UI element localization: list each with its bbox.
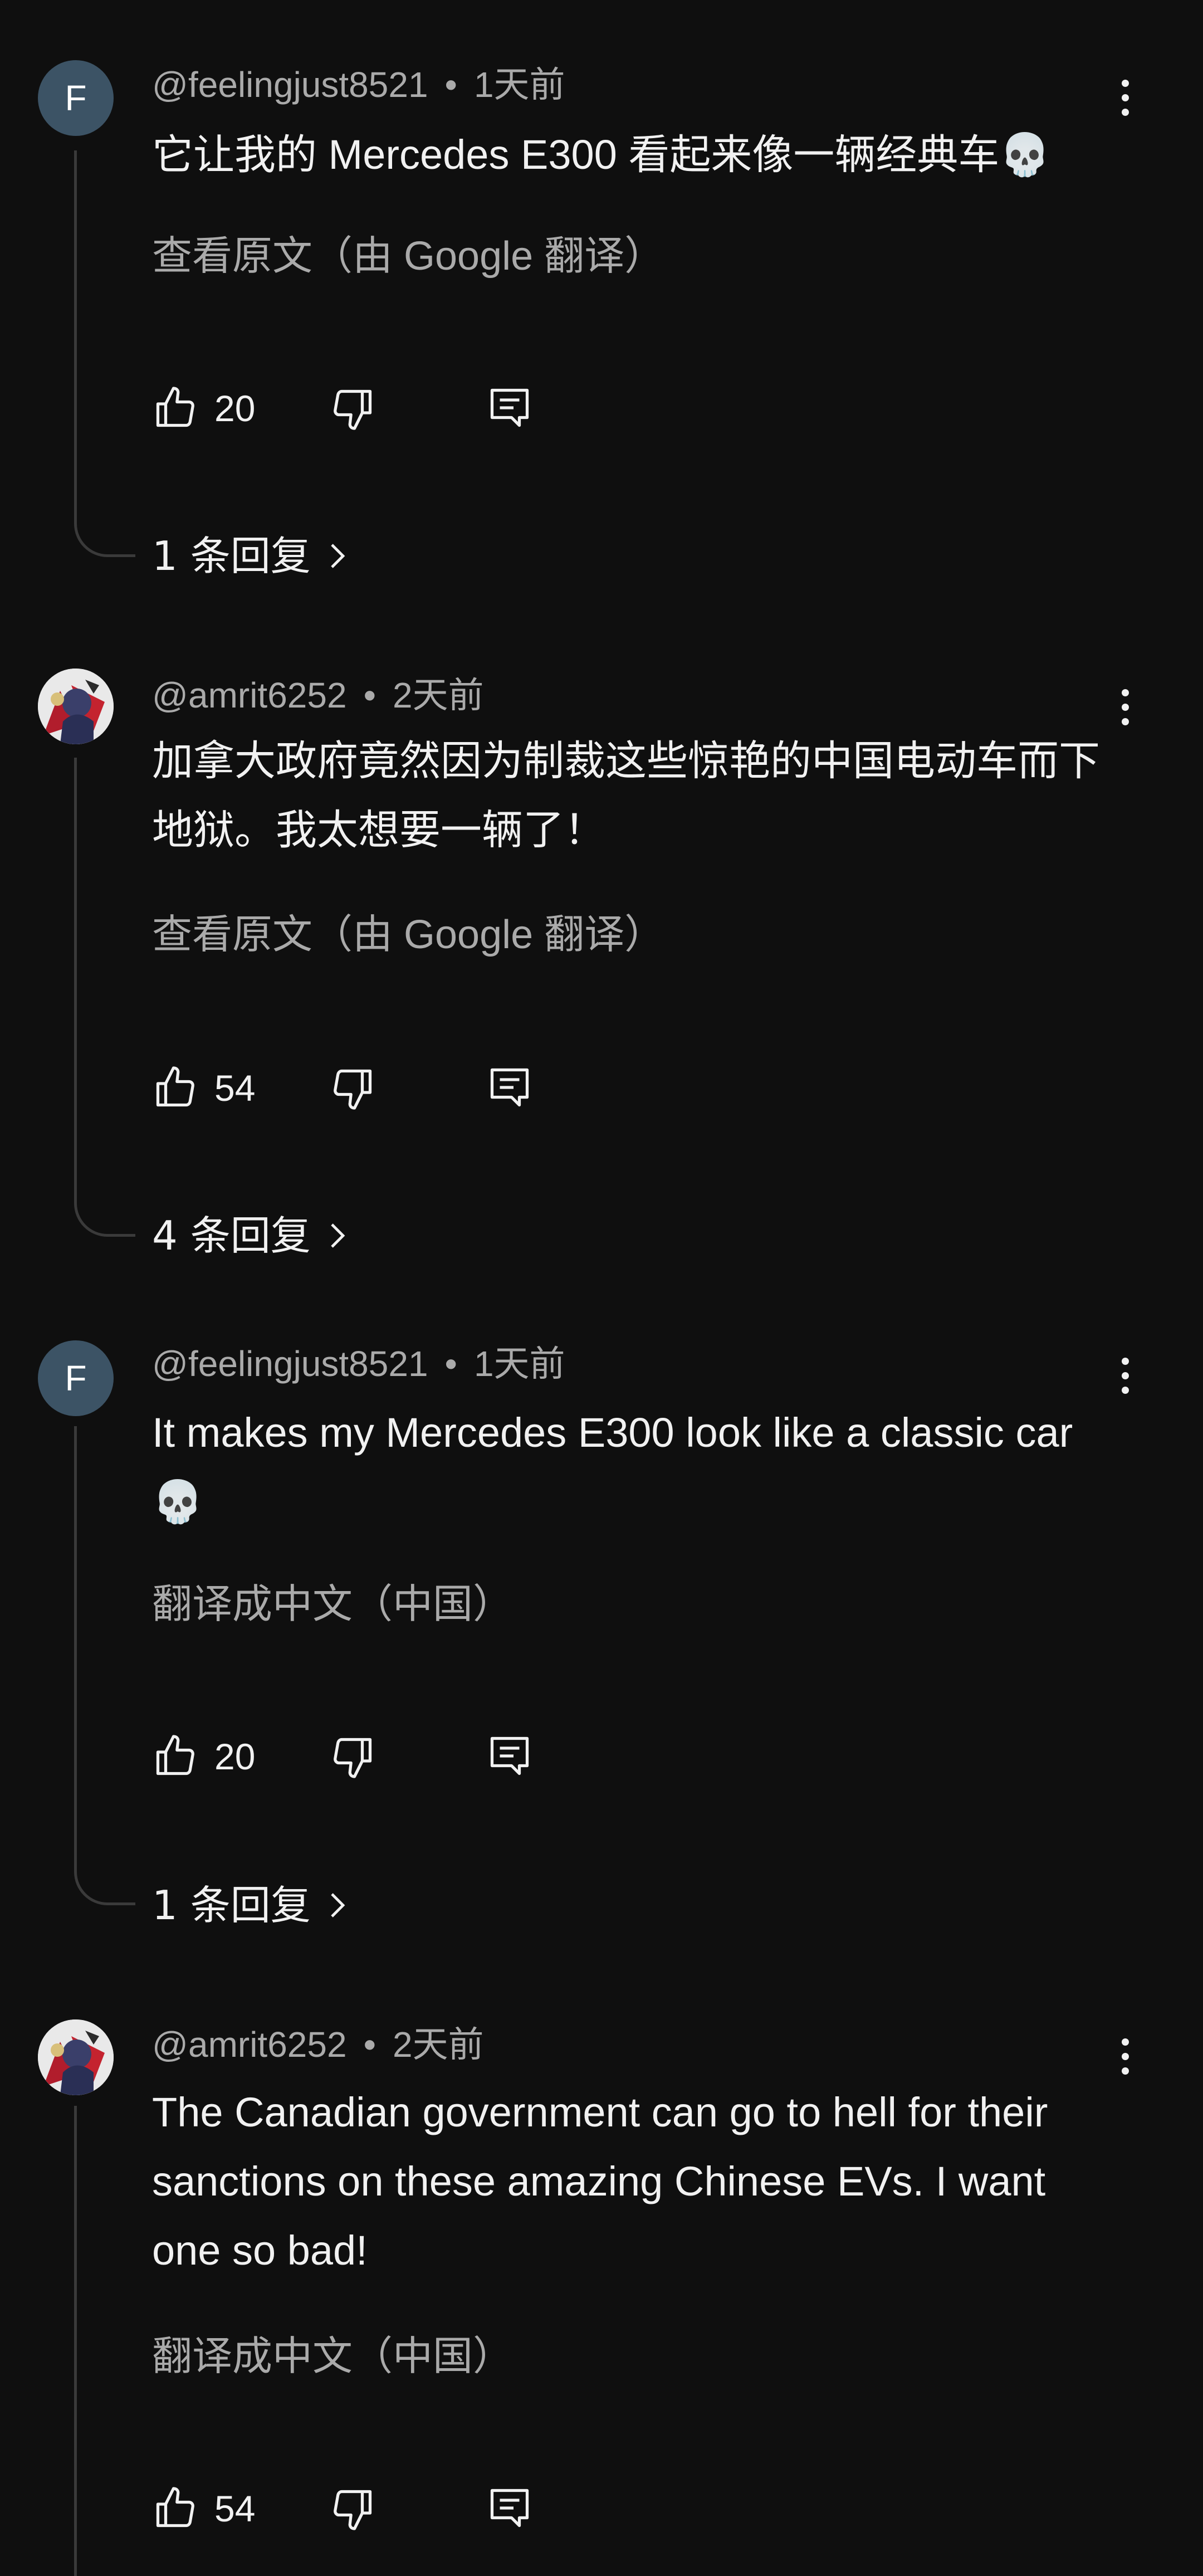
dislike-button[interactable] [329,2486,376,2533]
thumbs-down-icon [334,389,372,430]
separator-dot: • [363,675,376,715]
translate-toggle[interactable]: 查看原文（由 Google 翻译） [152,915,664,955]
reply-comment-icon [490,1068,529,1107]
more-vertical-icon [1121,79,1129,87]
thumbs-up-icon [156,387,194,427]
like-count: 54 [214,1067,256,1109]
chevron-right-icon [326,1219,349,1252]
separator-dot: • [363,2024,376,2065]
separator-dot: • [444,1344,457,1384]
reply-button[interactable] [486,1064,533,1111]
thread-connector [74,518,135,557]
comment-header: @feelingjust8521 • 1天前 [152,1346,565,1382]
replies-label: 4 条回复 [152,1212,311,1259]
translate-toggle[interactable]: 翻译成中文（中国） [152,2336,513,2377]
comment-text: The Canadian government can go to hell f… [152,2089,1048,2273]
reply-button[interactable] [486,2485,533,2531]
dislike-button[interactable] [329,1734,376,1780]
thumbs-down-icon [334,1069,372,1110]
replies-label: 1 条回复 [152,533,311,579]
comment-time[interactable]: 2天前 [393,675,484,715]
view-replies-button[interactable]: 1 条回复 [152,536,349,576]
author-name[interactable]: @amrit6252 [152,2024,347,2065]
comment-header: @amrit6252 • 2天前 [152,677,484,713]
comment-actions: 20 [152,379,598,435]
comment-text: It makes my Mercedes E300 look like a cl… [152,1409,1073,1525]
more-vertical-icon [1121,1357,1129,1365]
reply-comment-icon [490,2489,529,2528]
dislike-button[interactable] [329,1065,376,1112]
like-count: 20 [214,1736,256,1777]
translate-toggle[interactable]: 查看原文（由 Google 翻译） [152,236,664,276]
avatar-letter: F [65,1358,87,1398]
avatar[interactable] [38,669,114,744]
thread-line [74,1426,77,1866]
thread-connector [74,1866,135,1905]
like-button[interactable] [152,1733,199,1779]
avatar[interactable]: F [38,60,114,136]
reply-comment-icon [490,388,529,427]
reply-button[interactable] [486,1733,533,1779]
dislike-button[interactable] [329,386,376,432]
comment-header: @amrit6252 • 2天前 [152,2027,484,2062]
reply-button[interactable] [486,384,533,431]
thumbs-up-icon [156,1066,194,1107]
more-vertical-icon [1121,2038,1129,2046]
chevron-right-icon [326,1889,349,1922]
author-name[interactable]: @feelingjust8521 [152,1344,428,1384]
chevron-right-icon [326,539,349,573]
view-replies-button[interactable]: 1 条回复 [152,1885,349,1925]
view-replies-button[interactable]: 4 条回复 [152,1216,349,1256]
avatar-image [38,669,114,744]
thread-line [74,758,77,1203]
replies-label: 1 条回复 [152,1882,311,1929]
thread-line [74,150,77,524]
comment-actions: 54 [152,1058,598,1114]
avatar[interactable]: F [38,1340,114,1416]
like-button[interactable] [152,384,199,431]
translate-toggle[interactable]: 翻译成中文（中国） [152,1584,513,1624]
like-count: 20 [214,388,256,429]
more-vertical-icon [1121,689,1129,696]
more-options-button[interactable] [1108,67,1142,128]
comment-actions: 20 [152,1727,598,1783]
thumbs-up-icon [156,2487,194,2528]
author-name[interactable]: @feelingjust8521 [152,65,428,105]
author-name[interactable]: @amrit6252 [152,675,347,715]
like-button[interactable] [152,2485,199,2531]
like-button[interactable] [152,1064,199,1111]
avatar-letter: F [65,78,87,118]
like-count: 54 [214,2488,256,2529]
thumbs-down-icon [334,1738,372,1778]
avatar-image [38,2019,114,2095]
comment-time[interactable]: 1天前 [474,1344,565,1384]
reply-comment-icon [490,1736,529,1775]
more-options-button[interactable] [1108,1345,1142,1406]
thumbs-down-icon [334,2490,372,2530]
avatar[interactable] [38,2019,114,2095]
comment-text: 它让我的 Mercedes E300 看起来像一辆经典车💀 [152,131,1051,178]
comment-actions: 54 [152,2479,598,2535]
comment-header: @feelingjust8521 • 1天前 [152,67,565,103]
comment-time[interactable]: 1天前 [474,65,565,105]
comment-text: 加拿大政府竟然因为制裁这些惊艳的中国电动车而下地狱。我太想要一辆了！ [152,738,1100,853]
separator-dot: • [444,65,457,105]
thread-line [74,2106,77,2576]
comment-time[interactable]: 2天前 [393,2024,484,2065]
thumbs-up-icon [156,1735,194,1775]
thread-connector [74,1198,135,1237]
